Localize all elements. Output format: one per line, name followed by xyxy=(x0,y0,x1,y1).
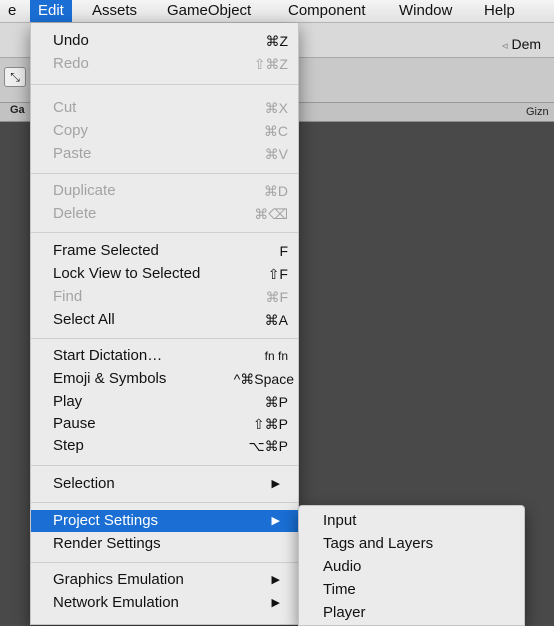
menubar-item-window[interactable]: Window xyxy=(391,0,460,22)
menu-separator xyxy=(31,502,298,503)
submenu-item-tags-and-layers[interactable]: Tags and Layers xyxy=(299,533,524,555)
menu-item-render-settings[interactable]: Render Settings xyxy=(31,533,298,555)
menu-item-paste[interactable]: Paste ⌘V xyxy=(31,143,298,165)
move-tool-icon[interactable]: ⤡ xyxy=(4,67,26,87)
tab-game[interactable]: Ga xyxy=(10,104,25,116)
project-settings-submenu: Input Tags and Layers Audio Time Player xyxy=(298,505,525,626)
speaker-icon[interactable]: ◃ xyxy=(502,40,508,52)
menu-item-delete[interactable]: Delete ⌘⌫ xyxy=(31,203,298,225)
menubar-item-component[interactable]: Component xyxy=(280,0,374,22)
menu-item-frame-selected[interactable]: Frame Selected F xyxy=(31,240,298,262)
menu-separator xyxy=(31,173,298,174)
submenu-arrow-icon: ▶ xyxy=(271,574,280,586)
menu-item-undo[interactable]: Undo ⌘Z xyxy=(31,30,298,52)
menu-item-lock-view[interactable]: Lock View to Selected ⇧F xyxy=(31,263,298,285)
menu-item-pause[interactable]: Pause ⇧⌘P xyxy=(31,413,298,435)
edit-menu: Undo ⌘Z Redo ⇧⌘Z Cut ⌘X Copy ⌘C Paste ⌘V… xyxy=(30,23,299,625)
menu-item-select-all[interactable]: Select All ⌘A xyxy=(31,309,298,331)
menu-item-play[interactable]: Play ⌘P xyxy=(31,391,298,413)
menu-item-redo[interactable]: Redo ⇧⌘Z xyxy=(31,53,298,75)
app-menu-bar: e Edit Assets GameObject Component Windo… xyxy=(0,0,554,23)
submenu-item-player[interactable]: Player xyxy=(299,602,524,624)
menubar-item-assets[interactable]: Assets xyxy=(84,0,145,22)
submenu-item-time[interactable]: Time xyxy=(299,579,524,601)
menu-item-graphics-emulation[interactable]: Graphics Emulation ▶ xyxy=(31,569,298,591)
menu-item-project-settings[interactable]: Project Settings ▶ xyxy=(31,510,298,532)
menu-item-copy[interactable]: Copy ⌘C xyxy=(31,120,298,142)
menubar-item-help[interactable]: Help xyxy=(476,0,523,22)
menu-item-emoji-symbols[interactable]: Emoji & Symbols ^⌘Space xyxy=(31,368,298,390)
menu-item-network-emulation[interactable]: Network Emulation ▶ xyxy=(31,592,298,614)
submenu-item-input[interactable]: Input xyxy=(299,510,524,532)
menu-separator xyxy=(31,562,298,563)
submenu-arrow-icon: ▶ xyxy=(271,597,280,609)
scene-title: ◃ Dem xyxy=(502,36,542,52)
menubar-item-gameobject[interactable]: GameObject xyxy=(159,0,259,22)
menu-separator xyxy=(31,84,298,85)
menu-item-step[interactable]: Step ⌥⌘P xyxy=(31,435,298,457)
menu-separator xyxy=(31,465,298,466)
menu-item-duplicate[interactable]: Duplicate ⌘D xyxy=(31,180,298,202)
menu-separator xyxy=(31,338,298,339)
menubar-item-edit[interactable]: Edit xyxy=(30,0,72,22)
menu-item-selection[interactable]: Selection ▶ xyxy=(31,473,298,495)
menu-separator xyxy=(31,232,298,233)
submenu-arrow-icon: ▶ xyxy=(271,515,280,527)
menubar-item-file[interactable]: e xyxy=(0,0,24,22)
submenu-item-audio[interactable]: Audio xyxy=(299,556,524,578)
menu-item-start-dictation[interactable]: Start Dictation… fn fn xyxy=(31,345,298,367)
menu-item-cut[interactable]: Cut ⌘X xyxy=(31,97,298,119)
menu-item-find[interactable]: Find ⌘F xyxy=(31,286,298,308)
gizmos-dropdown[interactable]: Gizn xyxy=(526,106,549,118)
submenu-arrow-icon: ▶ xyxy=(271,478,280,490)
